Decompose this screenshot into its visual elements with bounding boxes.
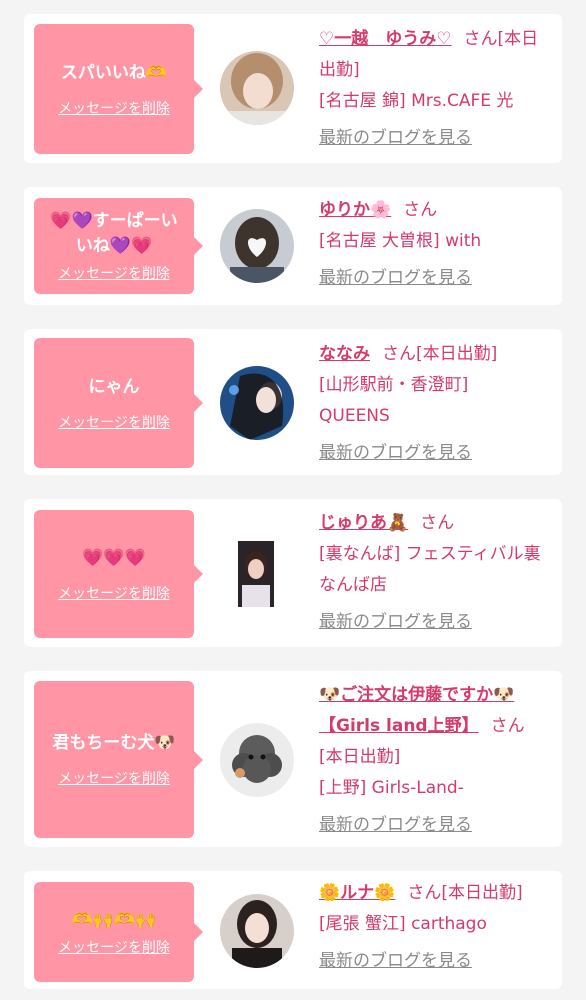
delete-message-link[interactable]: メッセージを削除 [58, 412, 170, 432]
message-card: 💗💜すーぱーいいね💜💗 メッセージを削除 ゆりか🌸 さん [名古屋 大曽根] wi… [24, 187, 562, 305]
delete-message-link[interactable]: メッセージを削除 [58, 263, 170, 283]
latest-blog-link[interactable]: 最新のブログを見る [319, 611, 472, 633]
delete-message-link[interactable]: メッセージを削除 [58, 583, 170, 603]
message-card: スパいいね🫶 メッセージを削除 ♡一越 ゆうみ♡ さん[本日出勤] [名古屋 錦]… [24, 14, 562, 163]
profile-info: 🌼ルナ🌼 さん[本日出勤] [尾張 蟹江] carthago 最新のブログを見る [319, 878, 555, 977]
honorific: さん [490, 716, 525, 736]
delete-message-link[interactable]: メッセージを削除 [58, 768, 170, 788]
latest-blog-link[interactable]: 最新のブログを見る [319, 127, 472, 149]
poodle-photo-icon[interactable] [220, 723, 294, 797]
profile-info: ゆりか🌸 さん [名古屋 大曽根] with 最新のブログを見る [319, 195, 555, 294]
message-bubble: 💗💜すーぱーいいね💜💗 メッセージを削除 [34, 198, 203, 294]
girl-name-link[interactable]: ゆりか🌸 [319, 200, 391, 220]
message-text: 💗💗💗 [82, 547, 146, 568]
message-card: 💗💗💗 メッセージを削除 じゅりあ🧸 さん [裏なんば] フェスティバル裏なんば店… [24, 499, 562, 647]
shop-name: [裏なんば] フェスティバル裏なんば店 [319, 544, 541, 595]
message-text: 💗💜すーぱーいいね💜💗 [50, 211, 178, 256]
profile-photo-icon[interactable] [238, 541, 274, 607]
honorific: さん [407, 883, 442, 903]
message-card: にゃん メッセージを削除 ななみ さん[本日出勤] [山形駅前・香澄町] QUEE… [24, 329, 562, 475]
latest-blog-link[interactable]: 最新のブログを見る [319, 442, 472, 464]
message-text: 君もちーむ犬🐶 [52, 733, 176, 753]
work-status: [本日出勤] [441, 883, 523, 903]
delete-message-link[interactable]: メッセージを削除 [58, 937, 170, 957]
honorific: さん [403, 200, 438, 220]
work-status: [本日出勤] [319, 747, 401, 767]
work-status: [本日出勤] [416, 344, 498, 364]
shop-name: [尾張 蟹江] carthago [319, 914, 487, 934]
shop-name: [名古屋 大曽根] with [319, 231, 482, 251]
latest-blog-link[interactable]: 最新のブログを見る [319, 814, 472, 836]
message-text: 🫶🙌🫶🙌 [71, 909, 157, 930]
message-bubble: にゃん メッセージを削除 [34, 338, 203, 468]
profile-photo-icon[interactable] [220, 209, 294, 283]
girl-name-link[interactable]: 🐶ご注文は伊藤ですか🐶【Girls land上野】 [319, 685, 514, 736]
message-bubble: 君もちーむ犬🐶 メッセージを削除 [34, 681, 203, 838]
profile-photo-icon[interactable] [220, 894, 294, 968]
message-card: 🫶🙌🫶🙌 メッセージを削除 🌼ルナ🌼 さん[本日出勤] [尾張 蟹江] carth… [24, 871, 562, 989]
profile-info: ななみ さん[本日出勤] [山形駅前・香澄町] QUEENS 最新のブログを見る [319, 339, 555, 469]
girl-name-link[interactable]: じゅりあ🧸 [319, 513, 408, 533]
profile-info: ♡一越 ゆうみ♡ さん[本日出勤] [名古屋 錦] Mrs.CAFE 光 最新のブ… [319, 24, 555, 154]
message-card: 君もちーむ犬🐶 メッセージを削除 🐶ご注文は伊藤ですか🐶【Girls land上… [24, 671, 562, 847]
message-text: にゃん [88, 376, 140, 397]
shop-name: [上野] Girls-Land- [319, 778, 464, 798]
honorific: さん [420, 513, 455, 533]
girl-name-link[interactable]: ななみ [319, 344, 370, 364]
shop-name: [山形駅前・香澄町] QUEENS [319, 375, 469, 426]
message-bubble: 💗💗💗 メッセージを削除 [34, 510, 203, 638]
girl-name-link[interactable]: ♡一越 ゆうみ♡ [319, 29, 451, 49]
latest-blog-link[interactable]: 最新のブログを見る [319, 267, 472, 289]
honorific: さん [463, 29, 498, 49]
profile-photo-icon[interactable] [220, 366, 294, 440]
message-bubble: スパいいね🫶 メッセージを削除 [34, 24, 203, 154]
latest-blog-link[interactable]: 最新のブログを見る [319, 950, 472, 972]
girl-name-link[interactable]: 🌼ルナ🌼 [319, 883, 395, 903]
message-text: スパいいね🫶 [60, 62, 168, 83]
message-bubble: 🫶🙌🫶🙌 メッセージを削除 [34, 882, 203, 982]
profile-photo-icon[interactable] [220, 51, 294, 125]
profile-info: じゅりあ🧸 さん [裏なんば] フェスティバル裏なんば店 最新のブログを見る [319, 508, 555, 638]
shop-name: [名古屋 錦] Mrs.CAFE 光 [319, 91, 514, 111]
profile-info: 🐶ご注文は伊藤ですか🐶【Girls land上野】 さん [本日出勤] [上野] … [319, 680, 555, 841]
honorific: さん [382, 344, 416, 364]
delete-message-link[interactable]: メッセージを削除 [58, 98, 170, 118]
